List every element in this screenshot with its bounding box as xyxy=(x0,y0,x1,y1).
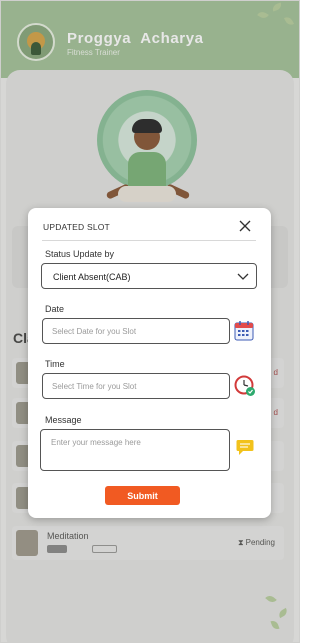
message-label: Message xyxy=(45,415,82,425)
close-icon[interactable] xyxy=(237,218,253,234)
modal-title: UPDATED SLOT xyxy=(43,222,110,232)
date-input[interactable] xyxy=(42,318,230,344)
status-value: Client Absent(CAB) xyxy=(53,272,131,282)
time-input[interactable] xyxy=(42,373,230,399)
chevron-down-icon xyxy=(237,273,249,280)
update-slot-modal: UPDATED SLOT Status Update by Client Abs… xyxy=(28,208,271,518)
message-icon xyxy=(236,440,254,455)
status-select[interactable]: Client Absent(CAB) xyxy=(41,263,257,289)
status-label: Status Update by xyxy=(45,249,115,259)
clock-icon[interactable] xyxy=(234,375,256,397)
date-label: Date xyxy=(45,304,65,314)
submit-button[interactable]: Submit xyxy=(105,486,180,505)
time-label: Time xyxy=(45,359,65,369)
divider xyxy=(42,240,256,241)
message-input[interactable] xyxy=(40,429,230,471)
calendar-icon[interactable] xyxy=(234,320,254,341)
